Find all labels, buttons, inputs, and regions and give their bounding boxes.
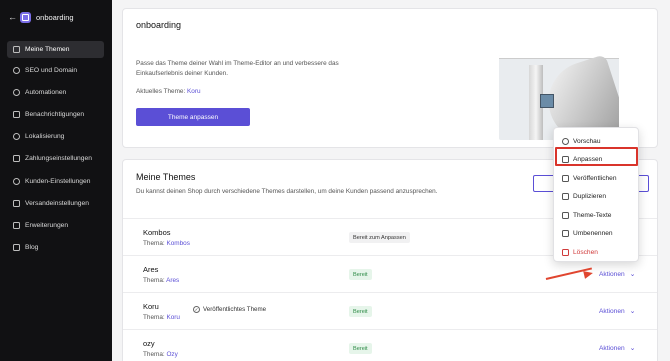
sidebar: ← onboarding Meine Themen SEO und Domain… bbox=[0, 0, 112, 361]
actions-menu: Vorschau Anpassen Veröffentlichen Dupliz… bbox=[553, 127, 639, 262]
menu-item-theme-texts[interactable]: Theme-Texte bbox=[562, 209, 611, 221]
sidebar-item-label: Erweiterungen bbox=[25, 222, 69, 229]
menu-item-duplicate[interactable]: Duplizieren bbox=[562, 190, 606, 202]
layout-icon bbox=[13, 46, 20, 53]
bell-icon bbox=[13, 89, 20, 96]
theme-name: ozy bbox=[143, 339, 155, 348]
theme-subline: Thema: Ares bbox=[143, 277, 180, 284]
sidebar-item-label: Blog bbox=[25, 244, 39, 251]
sidebar-item-zahlungseinstellungen[interactable]: Zahlungseinstellungen bbox=[7, 150, 104, 167]
check-circle-icon: ✓ bbox=[193, 306, 200, 313]
theme-subline: Thema: Ozy bbox=[143, 351, 178, 358]
published-indicator: ✓ Veröffentlichtes Theme bbox=[193, 306, 267, 313]
sidebar-item-label: Versandeinstellungen bbox=[25, 200, 89, 207]
current-theme-description: Passe das Theme deiner Wahl im Theme-Edi… bbox=[136, 60, 339, 77]
users-icon bbox=[13, 178, 20, 185]
store-name: onboarding bbox=[36, 12, 74, 22]
sidebar-item-benachrichtigungen[interactable]: Benachrichtigungen bbox=[7, 106, 104, 123]
sidebar-item-label: Meine Themen bbox=[25, 46, 70, 53]
current-theme-link[interactable]: Koru bbox=[187, 88, 201, 95]
grid-icon bbox=[13, 222, 20, 229]
themes-title: Meine Themes bbox=[136, 172, 196, 182]
current-theme-line: Aktuelles Theme: Koru bbox=[136, 87, 201, 97]
actions-dropdown-button[interactable]: Aktionen ⌄ bbox=[599, 344, 636, 353]
status-badge: Bereit bbox=[349, 343, 372, 354]
sidebar-item-meine-themen[interactable]: Meine Themen bbox=[7, 41, 104, 58]
divider bbox=[123, 329, 657, 330]
sidebar-item-label: Benachrichtigungen bbox=[25, 111, 85, 118]
themes-description: Du kannst deinen Shop durch verschiedene… bbox=[136, 188, 438, 195]
status-badge: Bereit bbox=[349, 306, 372, 317]
theme-subline: Thema: Kombos bbox=[143, 240, 190, 247]
sidebar-item-automationen[interactable]: Automationen bbox=[7, 84, 104, 101]
menu-item-rename[interactable]: Umbenennen bbox=[562, 227, 613, 239]
theme-link[interactable]: Koru bbox=[166, 314, 180, 321]
page-title: onboarding bbox=[136, 20, 182, 30]
sidebar-item-label: Zahlungseinstellungen bbox=[25, 155, 92, 162]
trash-icon bbox=[562, 248, 569, 256]
current-theme-label: Aktuelles Theme: bbox=[136, 88, 186, 95]
sidebar-header: ← onboarding bbox=[8, 10, 74, 24]
globe-icon bbox=[13, 67, 20, 74]
theme-subline: Thema: Koru bbox=[143, 314, 180, 321]
copy-icon bbox=[562, 192, 569, 200]
theme-name: Koru bbox=[143, 302, 159, 311]
pencil-icon bbox=[562, 155, 569, 163]
preview-box bbox=[540, 94, 554, 108]
theme-name: Ares bbox=[143, 265, 159, 274]
customize-theme-button[interactable]: Theme anpassen bbox=[136, 108, 250, 126]
credit-card-icon bbox=[13, 155, 20, 162]
actions-dropdown-button[interactable]: Aktionen ⌄ bbox=[599, 270, 636, 279]
chevron-down-icon: ⌄ bbox=[629, 345, 636, 352]
sidebar-item-label: Kunden-Einstellungen bbox=[25, 178, 91, 185]
divider bbox=[123, 292, 657, 293]
menu-item-delete[interactable]: Löschen bbox=[562, 246, 598, 258]
chevron-down-icon: ⌄ bbox=[629, 308, 636, 315]
file-text-icon bbox=[562, 211, 569, 219]
menu-item-publish[interactable]: Veröffentlichen bbox=[562, 172, 617, 184]
status-badge: Bereit bbox=[349, 269, 372, 280]
sidebar-item-label: SEO und Domain bbox=[25, 67, 78, 74]
chevron-down-icon: ⌄ bbox=[629, 271, 636, 278]
theme-link[interactable]: Ozy bbox=[166, 351, 177, 358]
sidebar-item-versandeinstellungen[interactable]: Versandeinstellungen bbox=[7, 195, 104, 212]
theme-link[interactable]: Kombos bbox=[166, 240, 189, 247]
mail-icon bbox=[13, 111, 20, 118]
location-icon bbox=[13, 133, 20, 140]
store-logo-icon bbox=[20, 11, 31, 23]
sidebar-item-label: Lokalisierung bbox=[25, 133, 65, 140]
sidebar-item-label: Automationen bbox=[25, 89, 67, 96]
book-icon bbox=[13, 244, 20, 251]
theme-link[interactable]: Ares bbox=[166, 277, 179, 284]
text-cursor-icon bbox=[562, 229, 569, 237]
eye-icon bbox=[562, 137, 569, 145]
actions-dropdown-button[interactable]: Aktionen ⌄ bbox=[599, 307, 636, 316]
sidebar-item-erweiterungen[interactable]: Erweiterungen bbox=[7, 217, 104, 234]
truck-icon bbox=[13, 200, 20, 207]
arrow-left-icon[interactable]: ← bbox=[8, 12, 20, 22]
sidebar-item-kunden-einstellungen[interactable]: Kunden-Einstellungen bbox=[7, 173, 104, 190]
status-badge: Bereit zum Anpassen bbox=[349, 232, 410, 243]
menu-item-preview[interactable]: Vorschau bbox=[562, 135, 601, 147]
sidebar-item-lokalisierung[interactable]: Lokalisierung bbox=[7, 128, 104, 145]
theme-name: Kombos bbox=[143, 228, 171, 237]
sidebar-item-seo[interactable]: SEO und Domain bbox=[7, 62, 104, 79]
rocket-icon bbox=[562, 174, 569, 182]
menu-item-customize[interactable]: Anpassen bbox=[562, 153, 602, 165]
sidebar-item-blog[interactable]: Blog bbox=[7, 239, 104, 256]
